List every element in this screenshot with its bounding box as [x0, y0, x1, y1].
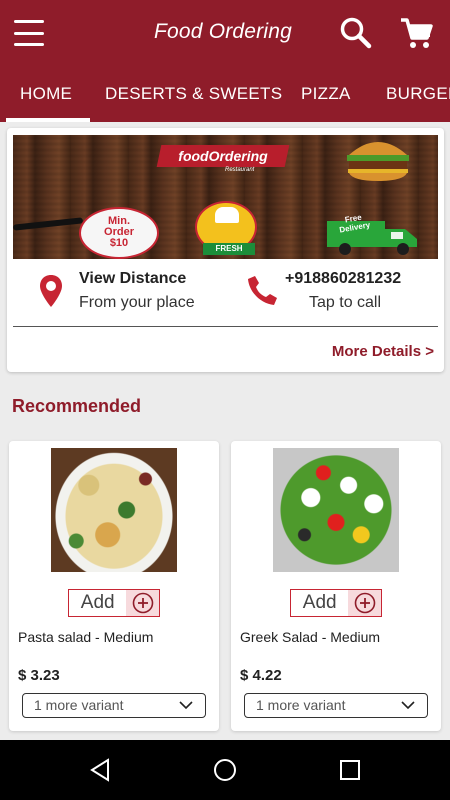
phone-icon[interactable]: [247, 274, 279, 306]
add-button[interactable]: Add: [68, 589, 160, 617]
cart-icon[interactable]: [398, 16, 434, 50]
tap-to-call-label: Tap to call: [309, 294, 382, 311]
more-details-link[interactable]: More Details >: [332, 343, 434, 360]
search-icon[interactable]: [338, 16, 372, 50]
tab-pizza[interactable]: PIZZA: [301, 84, 351, 104]
tab-deserts-sweets[interactable]: DESERTS & SWEETS: [105, 84, 282, 104]
app-title: Food Ordering: [154, 20, 293, 43]
min-order-badge: Min. Order $10: [79, 207, 159, 259]
view-distance-title[interactable]: View Distance: [79, 270, 186, 288]
variant-dropdown[interactable]: 1 more variant: [22, 693, 206, 718]
recent-apps-icon[interactable]: [339, 759, 361, 781]
back-icon[interactable]: [88, 758, 112, 782]
promo-banner: foodOrdering Restaurant Min. Order $10 F…: [13, 135, 438, 259]
restaurant-logo: foodOrdering: [156, 145, 290, 167]
greek-salad-image: [273, 448, 399, 572]
fresh-label: FRESH: [203, 243, 255, 255]
product-card-greek-salad[interactable]: Add Greek Salad - Medium $ 4.22 1 more v…: [231, 441, 441, 731]
chevron-down-icon: [179, 701, 193, 710]
tab-home[interactable]: HOME: [20, 84, 72, 104]
tab-indicator: [6, 118, 90, 122]
product-name: Greek Salad - Medium: [240, 629, 381, 645]
add-circle-icon: [348, 590, 381, 616]
menu-icon[interactable]: [14, 18, 48, 46]
product-price: $ 3.23: [18, 667, 60, 684]
product-card-pasta-salad[interactable]: Add Pasta salad - Medium $ 3.23 1 more v…: [9, 441, 219, 731]
pasta-salad-image: [51, 448, 177, 572]
home-icon[interactable]: [213, 758, 237, 782]
product-name: Pasta salad - Medium: [18, 629, 154, 645]
recommended-title: Recommended: [12, 396, 142, 416]
tab-burger[interactable]: BURGER: [386, 84, 450, 104]
add-circle-icon: [126, 590, 159, 616]
product-price: $ 4.22: [240, 667, 282, 684]
logo-subtitle: Restaurant: [225, 167, 255, 173]
variant-dropdown[interactable]: 1 more variant: [244, 693, 428, 718]
divider: [13, 326, 438, 327]
app-bar: Food Ordering: [0, 0, 450, 64]
add-button[interactable]: Add: [290, 589, 382, 617]
burger-image: [347, 142, 409, 181]
category-tabs: HOME DESERTS & SWEETS PIZZA BURGER: [0, 64, 450, 122]
view-distance-subtitle: From your place: [79, 294, 195, 311]
location-pin-icon[interactable]: [39, 274, 63, 308]
chevron-down-icon: [401, 701, 415, 710]
restaurant-info-card: foodOrdering Restaurant Min. Order $10 F…: [7, 128, 444, 372]
phone-number[interactable]: +918860281232: [285, 270, 401, 288]
